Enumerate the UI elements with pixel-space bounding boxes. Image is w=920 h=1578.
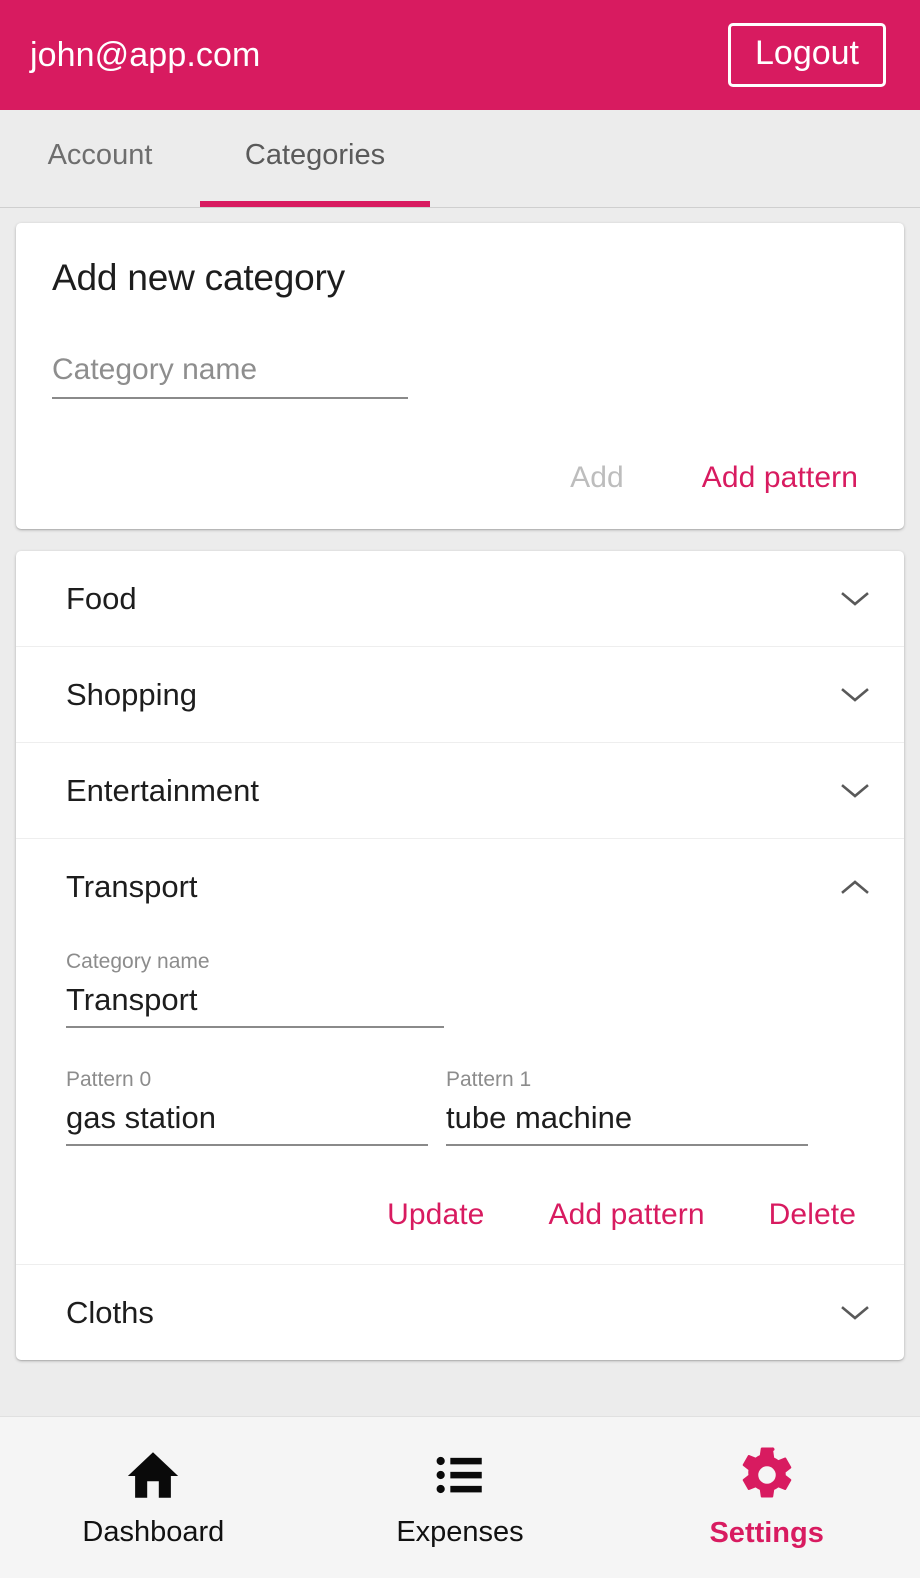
category-name-shopping: Shopping [66, 676, 198, 712]
category-name-transport: Transport [66, 868, 198, 904]
chevron-up-icon[interactable] [840, 878, 870, 896]
nav-item-dashboard[interactable]: Dashboard [0, 1446, 307, 1549]
settings-content: Add new category Add Add pattern Food Sh… [0, 209, 920, 1416]
pattern-1-label: Pattern 1 [446, 1068, 532, 1091]
gear-icon [742, 1447, 791, 1498]
add-pattern-button[interactable]: Add pattern [542, 1194, 710, 1236]
category-name-cloths: Cloths [66, 1294, 154, 1330]
pattern-fields: Pattern 0 gas station Pattern 1 tube mac… [66, 1068, 870, 1146]
pattern-0-label: Pattern 0 [66, 1068, 152, 1091]
add-button[interactable]: Add [564, 457, 630, 499]
category-detail-transport: Category name Transport Pattern 0 gas st… [16, 950, 904, 1264]
category-header-food[interactable]: Food [16, 551, 904, 646]
category-name-value[interactable]: Transport [66, 982, 444, 1028]
category-row-transport: Transport Category name Transport Patter… [16, 839, 904, 1265]
category-name-entertainment: Entertainment [66, 772, 259, 808]
app-header: john@app.com Logout [0, 0, 920, 110]
category-header-cloths[interactable]: Cloths [16, 1265, 904, 1360]
nav-label-expenses: Expenses [396, 1516, 524, 1548]
category-row-entertainment: Entertainment [16, 743, 904, 839]
logout-button[interactable]: Logout [728, 23, 886, 87]
add-category-actions: Add Add pattern [52, 457, 868, 499]
chevron-down-icon[interactable] [840, 1304, 870, 1322]
category-detail-actions: Update Add pattern Delete [66, 1194, 870, 1264]
settings-tab-bar: Account Categories [0, 110, 920, 208]
tab-account-label: Account [47, 139, 153, 171]
tab-account[interactable]: Account [0, 110, 200, 207]
update-button[interactable]: Update [381, 1194, 490, 1236]
bottom-navigation: Dashboard Expenses Settings [0, 1416, 920, 1578]
category-header-entertainment[interactable]: Entertainment [16, 743, 904, 838]
pattern-field-0: Pattern 0 gas station [66, 1068, 428, 1146]
home-icon [128, 1452, 179, 1498]
chevron-down-icon[interactable] [840, 686, 870, 704]
tab-categories[interactable]: Categories [200, 110, 430, 207]
list-icon [436, 1456, 482, 1494]
nav-label-settings: Settings [709, 1517, 824, 1549]
new-category-name-field [52, 353, 868, 399]
category-row-cloths: Cloths [16, 1265, 904, 1360]
category-list-card: Food Shopping Entertainment Transport Ca… [16, 551, 904, 1360]
category-row-shopping: Shopping [16, 647, 904, 743]
chevron-down-icon[interactable] [840, 782, 870, 800]
nav-item-settings[interactable]: Settings [613, 1445, 920, 1550]
category-name-field: Category name Transport [66, 950, 444, 1028]
nav-label-dashboard: Dashboard [82, 1516, 225, 1548]
account-email: john@app.com [30, 35, 261, 74]
add-category-card: Add new category Add Add pattern [16, 223, 904, 529]
category-name-food: Food [66, 580, 137, 616]
nav-item-expenses[interactable]: Expenses [307, 1446, 614, 1549]
tab-categories-label: Categories [244, 139, 386, 171]
pattern-0-value[interactable]: gas station [66, 1100, 428, 1146]
pattern-field-1: Pattern 1 tube machine [446, 1068, 808, 1146]
add-category-title: Add new category [52, 257, 345, 298]
category-header-shopping[interactable]: Shopping [16, 647, 904, 742]
add-pattern-button[interactable]: Add pattern [696, 457, 864, 499]
new-category-name-input[interactable] [52, 353, 408, 399]
chevron-down-icon[interactable] [840, 590, 870, 608]
category-header-transport[interactable]: Transport [16, 839, 904, 934]
category-row-food: Food [16, 551, 904, 647]
pattern-1-value[interactable]: tube machine [446, 1100, 808, 1146]
category-name-label: Category name [66, 950, 210, 973]
delete-button[interactable]: Delete [763, 1194, 862, 1236]
